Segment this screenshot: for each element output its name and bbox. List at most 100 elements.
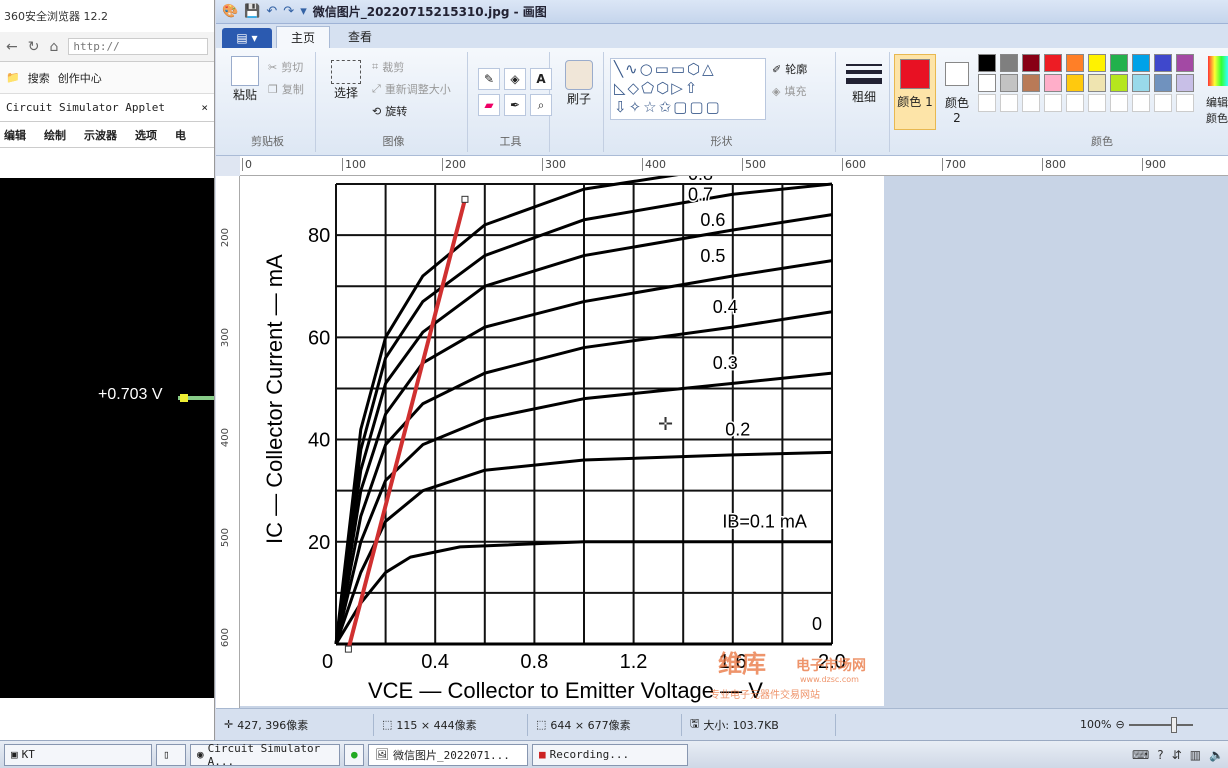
palette-empty-slot[interactable]	[1066, 94, 1084, 112]
palette-swatch[interactable]	[1110, 54, 1128, 72]
palette-swatch[interactable]	[1000, 74, 1018, 92]
folder-icon[interactable]: 📁	[6, 71, 20, 84]
palette-empty-slot[interactable]	[1044, 94, 1062, 112]
redo-icon[interactable]: ↷	[283, 4, 294, 19]
task-wechat[interactable]: ●	[344, 743, 364, 766]
palette-swatch[interactable]	[1154, 74, 1172, 92]
outline-button[interactable]: ✐ 轮廓	[772, 58, 807, 80]
palette-empty-slot[interactable]	[1176, 94, 1194, 112]
select-button[interactable]: 选择	[328, 60, 364, 101]
menu-draw[interactable]: 绘制	[44, 127, 66, 143]
menu-edit[interactable]: 编辑	[4, 127, 26, 143]
palette-swatch[interactable]	[1066, 54, 1084, 72]
pencil-icon[interactable]: ✎	[478, 68, 500, 90]
palette-swatch[interactable]	[978, 54, 996, 72]
image-canvas[interactable]: 0IB=0.1 mA0.20.30.40.50.60.70.800.40.81.…	[240, 163, 884, 706]
ribbon-tabs: ▤ ▾ 主页 查看	[216, 24, 1228, 48]
paint-app-icon[interactable]: 🎨	[222, 4, 238, 19]
tab-view[interactable]: 查看	[334, 26, 386, 48]
customize-icon[interactable]: ▾	[300, 4, 307, 19]
shapes-title: 形状	[710, 135, 733, 148]
arrow-icon[interactable]: ⇵	[1172, 748, 1182, 762]
palette-swatch[interactable]	[1022, 54, 1040, 72]
color-picker-icon[interactable]: ✒	[504, 94, 526, 116]
palette-empty-slot[interactable]	[1110, 94, 1128, 112]
palette-swatch[interactable]	[1176, 54, 1194, 72]
palette-swatch[interactable]	[1000, 54, 1018, 72]
back-icon[interactable]: ←	[6, 39, 18, 55]
canvas-area[interactable]: 0IB=0.1 mA0.20.30.40.50.60.70.800.40.81.…	[240, 163, 1228, 708]
system-tray: ⌨ ? ⇵ ▥ 🔈	[1132, 748, 1224, 762]
palette-swatch[interactable]	[1044, 54, 1062, 72]
zoom-slider[interactable]	[1128, 716, 1193, 733]
menu-options[interactable]: 选项	[135, 127, 157, 143]
palette-swatch[interactable]	[1066, 74, 1084, 92]
menu-scope[interactable]: 示波器	[84, 127, 117, 143]
cut-button[interactable]: ✂ 剪切	[268, 56, 304, 78]
undo-icon[interactable]: ↶	[266, 4, 277, 19]
save-icon[interactable]: 💾	[244, 4, 260, 19]
simulator-canvas[interactable]	[0, 178, 214, 698]
shapes-gallery[interactable]: ╲∿○▭▭⬡△ ◺◇⬠⬡▷⇧ ⇩✧☆✩▢▢▢	[610, 58, 766, 120]
palette-empty-slot[interactable]	[1022, 94, 1040, 112]
task-icon-1[interactable]: ▯	[156, 743, 186, 766]
brush-icon	[565, 60, 593, 90]
crop-button[interactable]: ⌗ 裁剪	[372, 56, 451, 78]
refresh-icon[interactable]: ↻	[28, 39, 40, 55]
menu-circuits[interactable]: 电	[175, 127, 186, 143]
rotate-label: 旋转	[385, 105, 408, 118]
keyboard-icon[interactable]: ⌨	[1132, 748, 1149, 762]
palette-swatch[interactable]	[1088, 74, 1106, 92]
home-icon[interactable]: ⌂	[49, 39, 58, 55]
color2-button[interactable]: 颜色 2	[940, 54, 974, 130]
text-tool-icon[interactable]: A	[530, 68, 552, 90]
palette-empty-slot[interactable]	[1154, 94, 1172, 112]
task-recording[interactable]: ■ Recording...	[532, 743, 688, 766]
copy-button[interactable]: ❐ 复制	[268, 78, 304, 100]
paste-button[interactable]: 粘贴	[228, 56, 262, 103]
network-icon[interactable]: ▥	[1190, 748, 1201, 762]
voltage-label: +0.703 V	[98, 386, 163, 403]
address-bar[interactable]: http://	[68, 38, 208, 55]
palette-swatch[interactable]	[978, 74, 996, 92]
edit-colors-icon[interactable]	[1208, 56, 1228, 86]
palette-swatch[interactable]	[1044, 74, 1062, 92]
palette-swatch[interactable]	[1132, 54, 1150, 72]
volume-icon[interactable]: 🔈	[1209, 748, 1224, 762]
palette-empty-slot[interactable]	[1000, 94, 1018, 112]
palette-empty-slot[interactable]	[1088, 94, 1106, 112]
browser-tab[interactable]: Circuit Simulator Applet ×	[0, 94, 214, 122]
rotate-icon: ⟲	[372, 104, 382, 118]
tab-home[interactable]: 主页	[276, 26, 331, 48]
edit-colors-label[interactable]: 编辑颜色	[1206, 94, 1228, 126]
palette-swatch[interactable]	[1176, 74, 1194, 92]
palette-swatch[interactable]	[1132, 74, 1150, 92]
palette-swatch[interactable]	[1110, 74, 1128, 92]
fill-bucket-icon[interactable]: ◈	[504, 68, 526, 90]
crop-label: 裁剪	[382, 61, 405, 74]
palette-swatch[interactable]	[1088, 54, 1106, 72]
task-circuit-simulator[interactable]: ◉ Circuit Simulator A...	[190, 742, 340, 768]
resize-button[interactable]: ⤢ 重新调整大小	[372, 78, 451, 100]
task-paint[interactable]: 🖼 微信图片_2022071...	[368, 743, 528, 766]
help-icon[interactable]: ?	[1157, 748, 1163, 762]
task-kt[interactable]: ▣ KT	[4, 743, 152, 766]
palette-empty-slot[interactable]	[978, 94, 996, 112]
size-button[interactable]: 粗细	[846, 60, 882, 105]
close-tab-icon[interactable]: ×	[201, 101, 208, 114]
fill-button[interactable]: ◈ 填充	[772, 80, 807, 102]
bookmark-search[interactable]: 搜索	[28, 70, 50, 86]
wire-node[interactable]	[180, 394, 188, 402]
x-axis-label: VCE — Collector to Emitter Voltage — V	[368, 678, 763, 703]
bookmark-creator[interactable]: 创作中心	[58, 70, 102, 86]
palette-swatch[interactable]	[1154, 54, 1172, 72]
eraser-icon[interactable]: ▰	[478, 94, 500, 116]
color1-button[interactable]: 颜色 1	[894, 54, 936, 130]
rotate-button[interactable]: ⟲ 旋转	[372, 100, 451, 122]
palette-empty-slot[interactable]	[1132, 94, 1150, 112]
file-menu-button[interactable]: ▤ ▾	[222, 28, 272, 48]
palette-swatch[interactable]	[1022, 74, 1040, 92]
magnifier-icon[interactable]: ⌕	[530, 94, 552, 116]
brush-button[interactable]: 刷子	[562, 60, 596, 107]
zoom-out-icon[interactable]: ⊖	[1115, 718, 1124, 731]
